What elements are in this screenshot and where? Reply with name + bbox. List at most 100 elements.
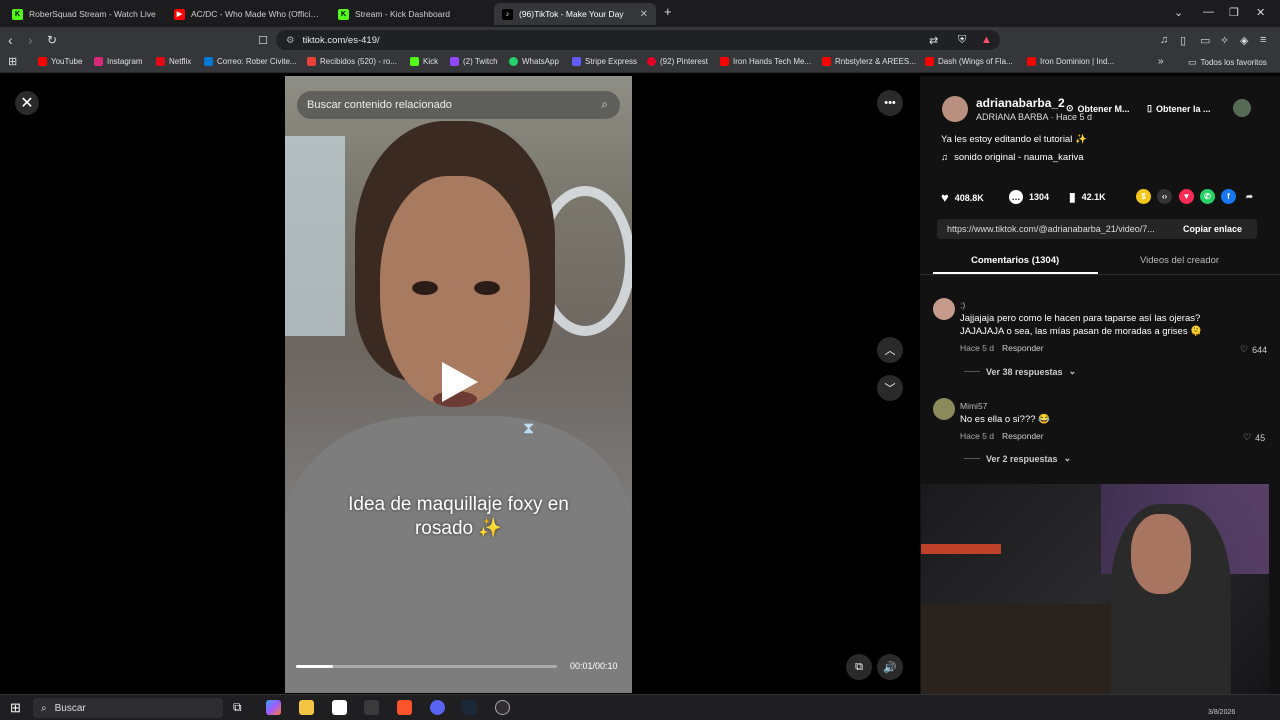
site-info-icon[interactable]: ⚙ — [286, 35, 295, 46]
get-app-button[interactable]: ⊙ Obtener M... — [1066, 103, 1130, 114]
reload-icon[interactable]: ↻ — [47, 32, 57, 48]
tab-kick-dashboard[interactable]: K Stream - Kick Dashboard — [330, 3, 494, 25]
bookmark-twitch[interactable]: (2) Twitch — [450, 57, 498, 66]
music-info[interactable]: ♫ sonido original - nauma_kariva — [941, 152, 1084, 163]
bookmark-correo[interactable]: Correo: Rober Civite... — [204, 57, 297, 66]
comment-text: Jajjajaja pero como le hacen para tapars… — [960, 313, 1203, 337]
bookmark-whatsapp[interactable]: WhatsApp — [509, 57, 559, 66]
share-arrow-icon[interactable]: ➦ — [1242, 189, 1257, 204]
rewards-icon[interactable]: ▲ — [981, 34, 992, 46]
bookmark-dash[interactable]: Dash (Wings of Fla... — [925, 57, 1013, 66]
previous-video-button[interactable]: ︿ — [877, 337, 903, 363]
tab-comments[interactable]: Comentarios (1304) — [971, 255, 1059, 266]
next-video-button[interactable]: ﹀ — [877, 375, 903, 401]
menu-icon[interactable]: ≡ — [1260, 34, 1266, 46]
comment-avatar[interactable] — [933, 398, 955, 420]
tab-tiktok[interactable]: ♪ (96)TikTok - Make Your Day ✕ — [494, 3, 656, 25]
tab-creator-videos[interactable]: Videos del creador — [1140, 255, 1219, 266]
creator-avatar[interactable] — [942, 96, 968, 122]
creator-username[interactable]: adrianabarba_2 — [976, 96, 1065, 110]
obs-icon[interactable] — [495, 700, 510, 715]
comment-button[interactable]: … 1304 — [1009, 190, 1049, 204]
bookmark-label: Instagram — [107, 57, 143, 66]
reply-button[interactable]: Responder — [1002, 431, 1044, 441]
restore-icon[interactable]: ❐ — [1229, 6, 1239, 19]
bookmark-iron-dominion[interactable]: Iron Dominion | Ind... — [1027, 57, 1114, 66]
comment-avatar[interactable] — [933, 298, 955, 320]
close-viewer-button[interactable]: ✕ — [15, 91, 39, 115]
forward-icon[interactable]: › — [28, 32, 33, 48]
sidebar-icon[interactable]: ▯ — [1180, 34, 1186, 47]
new-tab-button[interactable]: + — [664, 4, 672, 19]
send-icon[interactable]: ▼ — [1179, 189, 1194, 204]
play-icon[interactable] — [442, 362, 478, 402]
brave-shield-icon[interactable]: ⛨ — [958, 34, 966, 47]
facebook-icon[interactable]: f — [1221, 189, 1236, 204]
back-icon[interactable]: ‹ — [8, 32, 13, 48]
steam-icon[interactable] — [462, 700, 477, 715]
comment-username[interactable]: :) — [960, 300, 965, 310]
comment-like-button[interactable]: ♡ 45 — [1243, 432, 1265, 443]
more-options-button[interactable]: ••• — [877, 90, 903, 116]
view-replies-label: Ver 38 respuestas — [986, 366, 1063, 377]
bookmark-iron-hands[interactable]: Iron Hands Tech Me... — [720, 57, 811, 66]
all-favorites-button[interactable]: ▭ Todos los favoritos — [1188, 57, 1267, 68]
volume-button[interactable]: 🔊 — [877, 654, 903, 680]
address-bar[interactable]: ⚙ tiktok.com/es-419/ — [276, 30, 1000, 50]
close-tab-icon[interactable]: ✕ — [640, 9, 648, 20]
floating-player-button[interactable]: ⧉ — [846, 654, 872, 680]
get-app-button-2[interactable]: ▯ Obtener la ... — [1147, 103, 1210, 114]
whatsapp-icon[interactable]: ✆ — [1200, 189, 1215, 204]
tab-bar: K RoberSquad Stream - Watch Live ▶ AC/DC… — [0, 0, 1280, 27]
copilot-icon[interactable] — [266, 700, 281, 715]
extensions-icon[interactable]: ✧ — [1220, 34, 1229, 47]
search-icon[interactable]: ⌕ — [601, 97, 608, 112]
vpn-icon[interactable]: ◈ — [1240, 34, 1248, 47]
minimize-icon[interactable]: — — [1203, 6, 1214, 18]
comment-username[interactable]: Mimi57 — [960, 401, 987, 411]
tab-title: Stream - Kick Dashboard — [355, 9, 450, 19]
bookmark-rnbstylerz[interactable]: Rnbstylerz & AREES... — [822, 57, 916, 66]
app-icon[interactable] — [364, 700, 379, 715]
tab-robersquad[interactable]: K RoberSquad Stream - Watch Live — [4, 3, 166, 25]
bookmark-youtube[interactable]: YouTube — [38, 57, 82, 66]
task-view-icon[interactable]: ⧉ — [233, 700, 248, 715]
bookmark-label: YouTube — [51, 57, 83, 66]
video-progress-bar[interactable] — [296, 665, 557, 668]
bookmark-gmail[interactable]: Recibidos (520) - ro... — [307, 57, 397, 66]
copy-link-button[interactable]: Copiar enlace — [1173, 224, 1242, 234]
bookmark-icon[interactable]: ☐ — [258, 33, 268, 49]
store-icon[interactable] — [332, 700, 347, 715]
window-close-icon[interactable]: ✕ — [1256, 6, 1265, 19]
file-explorer-icon[interactable] — [299, 700, 314, 715]
reply-button[interactable]: Responder — [1002, 343, 1044, 353]
save-button[interactable]: ▮ 42.1K — [1069, 190, 1106, 204]
discord-icon[interactable] — [430, 700, 445, 715]
taskbar-search[interactable]: ⌕ Buscar — [33, 698, 223, 718]
brave-icon[interactable] — [397, 700, 412, 715]
tab-list-icon[interactable]: ⌄ — [1174, 6, 1183, 19]
view-replies-button[interactable]: Ver 38 respuestas ⌄ — [964, 366, 1076, 377]
apps-grid-icon[interactable]: ⊞ — [8, 55, 17, 68]
related-search-input[interactable]: Buscar contenido relacionado ⌕ — [297, 91, 620, 119]
translate-icon[interactable]: ⇄ — [929, 34, 938, 47]
comment-icon: … — [1009, 190, 1023, 204]
music-icon[interactable]: ♫ — [1160, 34, 1168, 46]
tab-acdc[interactable]: ▶ AC/DC - Who Made Who (Official HD — [166, 3, 330, 25]
bookmark-pinterest[interactable]: (92) Pinterest — [647, 57, 708, 66]
bookmark-kick[interactable]: Kick — [410, 57, 438, 66]
wallet-icon[interactable]: ▭ — [1200, 34, 1210, 47]
coin-icon[interactable]: $ — [1136, 189, 1151, 204]
comment-like-button[interactable]: ♡ 644 — [1240, 344, 1267, 355]
bookmark-netflix[interactable]: Netflix — [156, 57, 191, 66]
view-replies-button[interactable]: Ver 2 respuestas ⌄ — [964, 453, 1071, 464]
bookmark-stripe[interactable]: Stripe Express — [572, 57, 637, 66]
windows-start-icon[interactable]: ⊞ — [10, 700, 21, 716]
like-button[interactable]: ♥ 408.8K — [941, 190, 984, 205]
bookmark-instagram[interactable]: Instagram — [94, 57, 143, 66]
bookmarks-overflow-button[interactable]: » — [1158, 56, 1164, 67]
video-link[interactable]: https://www.tiktok.com/@adrianabarba_21/… — [937, 224, 1173, 234]
profile-avatar[interactable] — [1233, 99, 1251, 117]
netflix-icon — [156, 57, 165, 66]
embed-icon[interactable]: ‹› — [1157, 189, 1172, 204]
